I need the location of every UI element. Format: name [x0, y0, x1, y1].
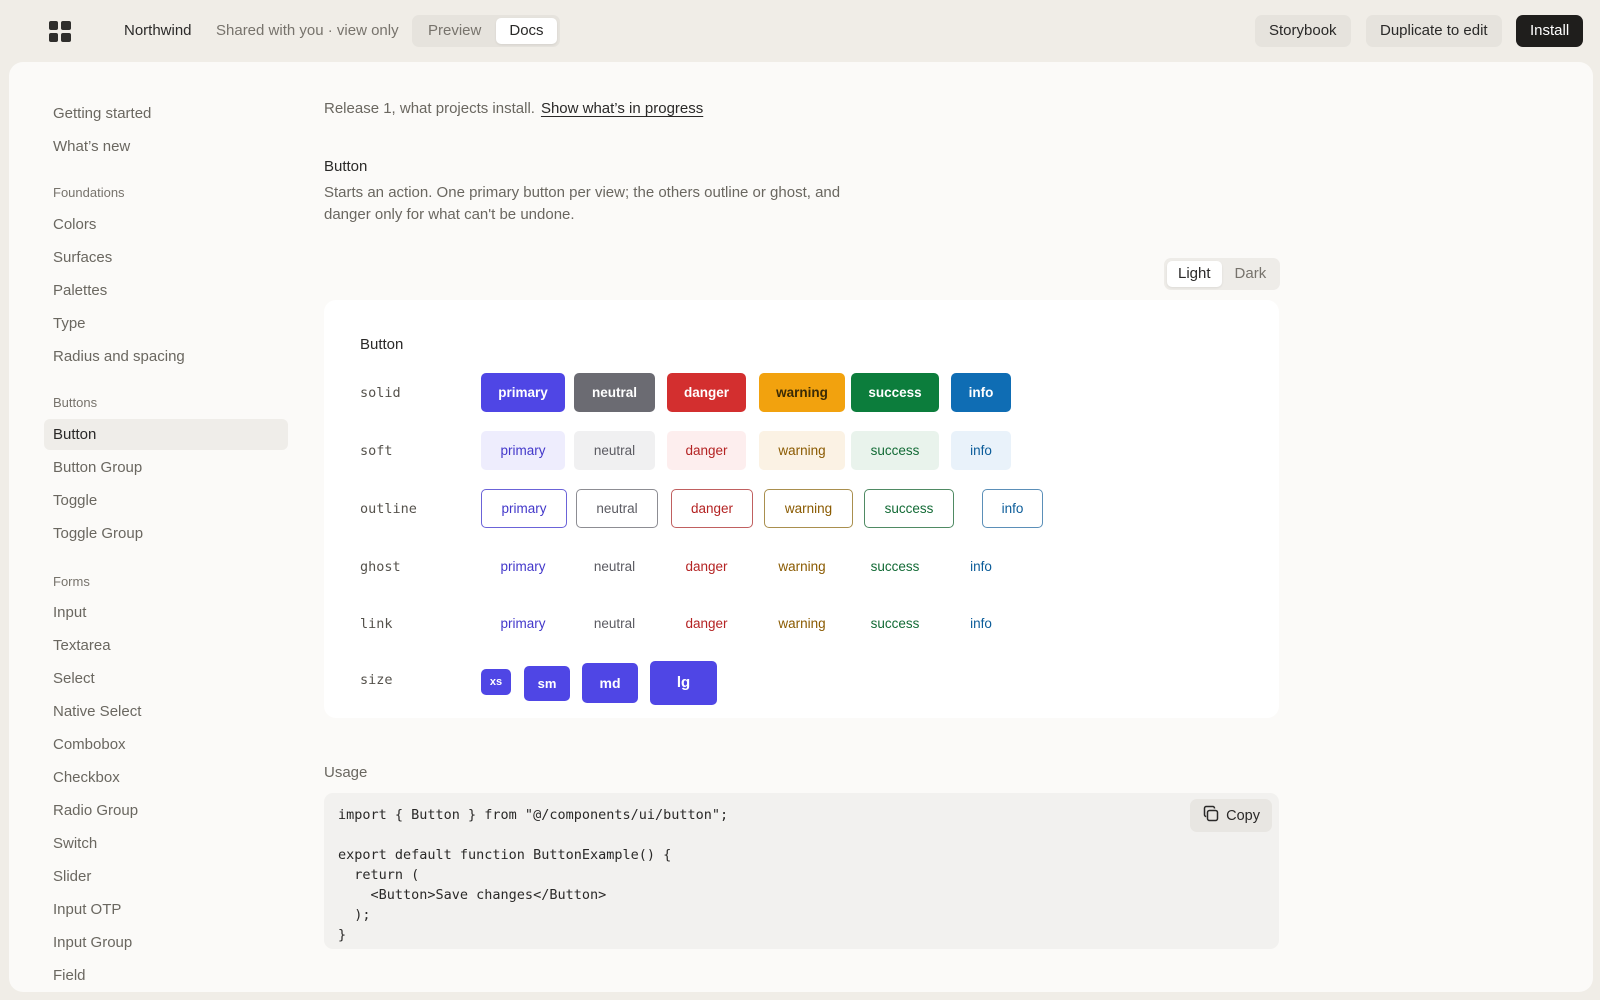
view-tabs: Preview Docs: [412, 15, 560, 47]
outline-success-button[interactable]: success: [864, 489, 954, 528]
release-text: Release 1, what projects install.: [324, 100, 535, 117]
link-success-button[interactable]: success: [851, 604, 939, 643]
solid-primary-button[interactable]: primary: [481, 373, 565, 412]
size-xs-button[interactable]: xs: [481, 669, 511, 695]
size-md-button[interactable]: md: [582, 663, 638, 703]
outline-primary-button[interactable]: primary: [481, 489, 567, 528]
sidebar-item-whats-new[interactable]: What’s new: [44, 131, 288, 162]
sidebar-item-palettes[interactable]: Palettes: [44, 275, 288, 306]
code-snippet: import { Button } from "@/components/ui/…: [338, 807, 729, 943]
sidebar-item-surfaces[interactable]: Surfaces: [44, 242, 288, 273]
sidebar-section-foundations: Foundations: [53, 185, 125, 200]
outline-warning-button[interactable]: warning: [764, 489, 853, 528]
sidebar-item-input-group[interactable]: Input Group: [44, 927, 288, 958]
release-note: Release 1, what projects install. Show wh…: [324, 100, 703, 117]
copy-icon: [1202, 805, 1220, 827]
variant-label-solid: solid: [360, 385, 401, 401]
link-danger-button[interactable]: danger: [667, 604, 746, 643]
shared-note: Shared with you · view only: [216, 22, 399, 39]
outline-info-button[interactable]: info: [982, 489, 1043, 528]
variant-label-ghost: ghost: [360, 559, 401, 575]
size-lg-button[interactable]: lg: [650, 661, 717, 705]
ghost-neutral-button[interactable]: neutral: [574, 547, 655, 586]
sidebar-item-button[interactable]: Button: [44, 419, 288, 450]
soft-info-button[interactable]: info: [951, 431, 1011, 470]
code-block: import { Button } from "@/components/ui/…: [324, 793, 1279, 949]
solid-warning-button[interactable]: warning: [759, 373, 845, 412]
sidebar-item-checkbox[interactable]: Checkbox: [44, 762, 288, 793]
soft-primary-button[interactable]: primary: [481, 431, 565, 470]
sidebar-item-type[interactable]: Type: [44, 308, 288, 339]
soft-neutral-button[interactable]: neutral: [574, 431, 655, 470]
theme-toggle: Light Dark: [1164, 258, 1281, 290]
theme-dark-option[interactable]: Dark: [1224, 261, 1278, 287]
show-in-progress-link[interactable]: Show what’s in progress: [541, 100, 703, 117]
top-bar: Northwind Shared with you · view only Pr…: [0, 0, 1600, 62]
ghost-info-button[interactable]: info: [951, 547, 1011, 586]
outline-neutral-button[interactable]: neutral: [576, 489, 658, 528]
ghost-warning-button[interactable]: warning: [759, 547, 845, 586]
variant-label-link: link: [360, 616, 393, 632]
solid-success-button[interactable]: success: [851, 373, 939, 412]
sidebar-item-native-select[interactable]: Native Select: [44, 696, 288, 727]
solid-danger-button[interactable]: danger: [667, 373, 746, 412]
sidebar-item-input-otp[interactable]: Input OTP: [44, 894, 288, 925]
main-panel: Getting started What’s new Foundations C…: [9, 62, 1593, 992]
sidebar-item-switch[interactable]: Switch: [44, 828, 288, 859]
usage-label: Usage: [324, 764, 368, 781]
page-title: Button: [324, 158, 368, 175]
app-logo-icon[interactable]: [49, 21, 71, 43]
demo-title: Button: [360, 336, 404, 353]
copy-label: Copy: [1226, 807, 1260, 824]
outline-danger-button[interactable]: danger: [671, 489, 753, 528]
sidebar-section-forms: Forms: [53, 574, 90, 589]
ghost-primary-button[interactable]: primary: [481, 547, 565, 586]
sidebar-item-colors[interactable]: Colors: [44, 209, 288, 240]
link-info-button[interactable]: info: [951, 604, 1011, 643]
sidebar-item-textarea[interactable]: Textarea: [44, 630, 288, 661]
sidebar-item-button-group[interactable]: Button Group: [44, 452, 288, 483]
brand-name[interactable]: Northwind: [124, 22, 192, 39]
sidebar-item-radius-and-spacing[interactable]: Radius and spacing: [44, 341, 288, 372]
sidebar-item-slider[interactable]: Slider: [44, 861, 288, 892]
sidebar-item-radio-group[interactable]: Radio Group: [44, 795, 288, 826]
component-description: Starts an action. One primary button per…: [324, 184, 841, 223]
theme-light-option[interactable]: Light: [1167, 261, 1222, 287]
tab-preview[interactable]: Preview: [415, 18, 494, 44]
duplicate-to-edit-button[interactable]: Duplicate to edit: [1366, 15, 1502, 47]
sidebar-item-select[interactable]: Select: [44, 663, 288, 694]
soft-success-button[interactable]: success: [851, 431, 939, 470]
sidebar-section-buttons: Buttons: [53, 395, 98, 410]
ghost-danger-button[interactable]: danger: [667, 547, 746, 586]
soft-warning-button[interactable]: warning: [759, 431, 845, 470]
variant-label-outline: outline: [360, 501, 417, 517]
button-demo-card: Button solid primary neutral danger warning s…: [324, 300, 1279, 718]
link-warning-button[interactable]: warning: [759, 604, 845, 643]
tab-docs[interactable]: Docs: [496, 18, 557, 44]
ghost-success-button[interactable]: success: [851, 547, 939, 586]
sidebar-item-input[interactable]: Input: [44, 597, 288, 628]
link-neutral-button[interactable]: neutral: [574, 604, 655, 643]
sidebar-item-toggle[interactable]: Toggle: [44, 485, 288, 516]
link-primary-button[interactable]: primary: [481, 604, 565, 643]
variant-label-soft: soft: [360, 443, 393, 459]
install-button[interactable]: Install: [1516, 15, 1584, 47]
sidebar-item-combobox[interactable]: Combobox: [44, 729, 288, 760]
variant-label-size: size: [360, 672, 393, 688]
size-sm-button[interactable]: sm: [524, 666, 570, 701]
soft-danger-button[interactable]: danger: [667, 431, 746, 470]
sidebar-item-getting-started[interactable]: Getting started: [44, 98, 288, 129]
solid-neutral-button[interactable]: neutral: [574, 373, 655, 412]
sidebar-item-toggle-group[interactable]: Toggle Group: [44, 518, 288, 549]
copy-button[interactable]: Copy: [1190, 799, 1272, 832]
sidebar-item-field[interactable]: Field: [44, 960, 288, 991]
storybook-button[interactable]: Storybook: [1255, 15, 1351, 47]
solid-info-button[interactable]: info: [951, 373, 1011, 412]
